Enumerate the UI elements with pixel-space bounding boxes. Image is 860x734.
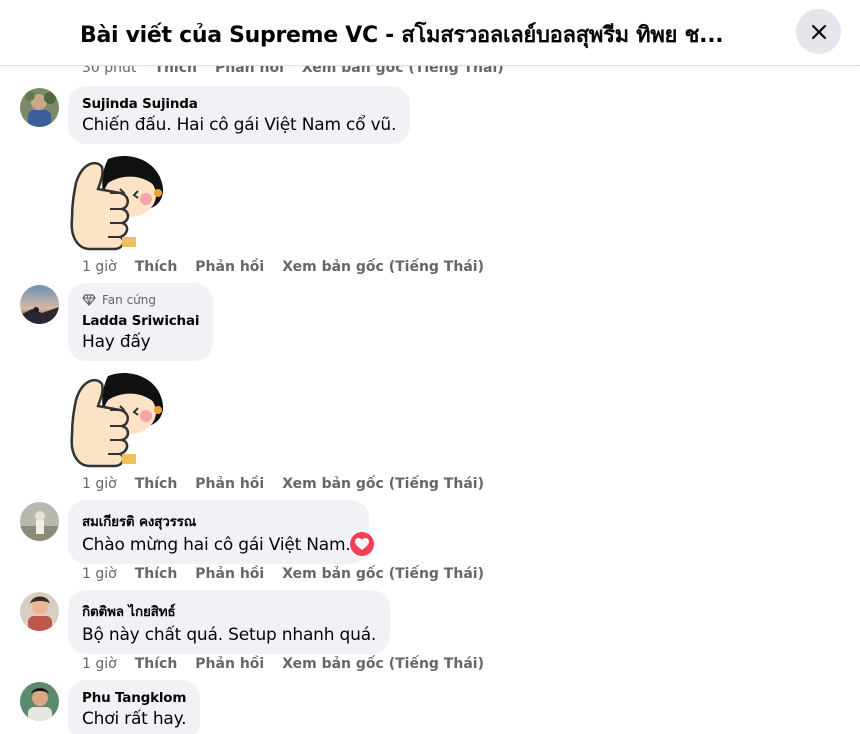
comment-text: Hay đấy <box>82 332 151 352</box>
avatar[interactable] <box>20 592 59 631</box>
close-button[interactable] <box>796 9 841 54</box>
love-heart-icon[interactable] <box>350 532 374 556</box>
thumbs-up-girl-sticker <box>68 370 166 468</box>
comment-bubble: Fan cứng Ladda Sriwichai Hay đấy <box>68 283 214 361</box>
like-link[interactable]: Thích <box>135 476 178 492</box>
comment-bubble: กิตติพล ไกยสิทธ์ Bộ này chất quá. Setup … <box>68 590 391 654</box>
reply-link[interactable]: Phản hồi <box>195 566 264 582</box>
like-link[interactable]: Thích <box>135 656 178 672</box>
see-original-link[interactable]: Xem bản gốc (Tiếng Thái) <box>282 566 484 582</box>
post-title: Bài viết của Supreme VC - สโมสรวอลเลย์บอ… <box>80 23 724 48</box>
like-link[interactable]: Thích <box>135 566 178 582</box>
avatar[interactable] <box>20 502 59 541</box>
comment-author[interactable]: Phu Tangklom <box>82 690 186 706</box>
comment-text-content: Chào mừng hai cô gái Việt Nam. <box>82 535 351 555</box>
diamond-icon <box>82 294 96 306</box>
reply-link[interactable]: Phản hồi <box>195 476 264 492</box>
see-original-link[interactable]: Xem bản gốc (Tiếng Thái) <box>282 656 484 672</box>
comment-author[interactable]: สมเกียรติ คงสุวรรณ <box>82 510 351 532</box>
see-original-link[interactable]: Xem bản gốc (Tiếng Thái) <box>282 259 484 275</box>
comment-bubble: สมเกียรติ คงสุวรรณ Chào mừng hai cô gái … <box>68 500 369 564</box>
avatar[interactable] <box>20 88 59 127</box>
comment-text: Chơi rất hay. <box>82 709 187 729</box>
comment-time[interactable]: 1 giờ <box>82 656 117 672</box>
close-icon <box>811 24 826 39</box>
comment-time[interactable]: 1 giờ <box>82 259 117 275</box>
comment-author[interactable]: กิตติพล ไกยสิทธ์ <box>82 600 376 622</box>
post-header: Bài viết của Supreme VC - สโมสรวอลเลย์บอ… <box>0 0 860 66</box>
badge-label: Fan cứng <box>102 293 156 307</box>
like-link[interactable]: Thích <box>135 259 178 275</box>
reply-link[interactable]: Phản hồi <box>195 259 264 275</box>
comment-actions: 1 giờ Thích Phản hồi Xem bản gốc (Tiếng … <box>82 566 502 582</box>
avatar[interactable] <box>20 682 59 721</box>
comment-bubble: Phu Tangklom Chơi rất hay. <box>68 680 201 734</box>
comment-text: Bộ này chất quá. Setup nhanh quá. <box>82 625 377 645</box>
reply-link[interactable]: Phản hồi <box>195 656 264 672</box>
comment-actions: 1 giờ Thích Phản hồi Xem bản gốc (Tiếng … <box>82 656 502 672</box>
avatar[interactable] <box>20 285 59 324</box>
comment-author[interactable]: Ladda Sriwichai <box>82 313 200 329</box>
comments-feed[interactable]: 30 phút Thích Phản hồi Xem bản gốc (Tiến… <box>0 0 860 734</box>
comment-time[interactable]: 1 giờ <box>82 476 117 492</box>
comment-bubble: Sujinda Sujinda Chiến đấu. Hai cô gái Vi… <box>68 86 411 144</box>
comment-actions: 1 giờ Thích Phản hồi Xem bản gốc (Tiếng … <box>82 476 502 492</box>
see-original-link[interactable]: Xem bản gốc (Tiếng Thái) <box>282 476 484 492</box>
comment-text: Chào mừng hai cô gái Việt Nam. <box>82 535 351 555</box>
comment-author[interactable]: Sujinda Sujinda <box>82 96 396 112</box>
comment-text: Chiến đấu. Hai cô gái Việt Nam cổ vũ. <box>82 115 397 135</box>
top-fan-badge: Fan cứng <box>82 293 199 307</box>
comment-actions: 1 giờ Thích Phản hồi Xem bản gốc (Tiếng … <box>82 259 502 275</box>
thumbs-up-girl-sticker <box>68 153 166 251</box>
comment-time[interactable]: 1 giờ <box>82 566 117 582</box>
